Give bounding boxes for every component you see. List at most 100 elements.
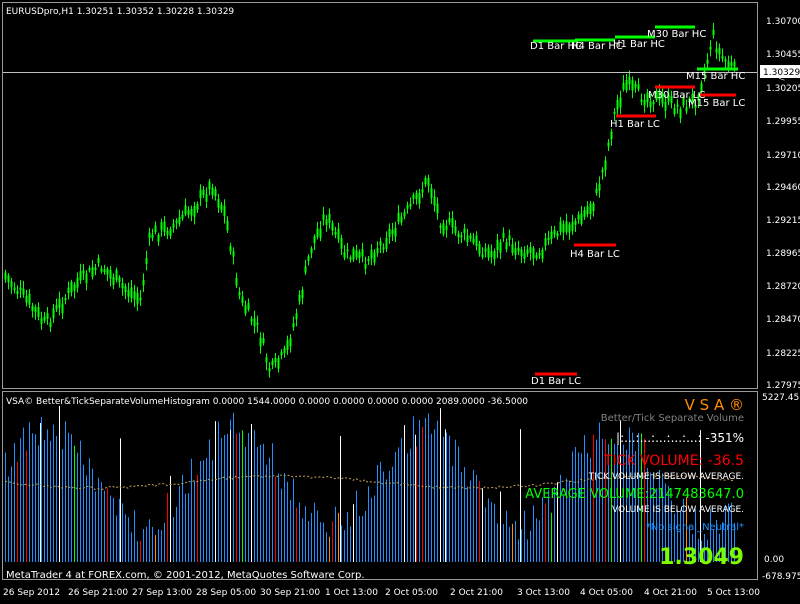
- candle-body: [451, 217, 454, 228]
- candle-body: [340, 238, 343, 249]
- time-tick: 3 Oct 13:00: [517, 588, 570, 598]
- candle-body: [511, 244, 514, 253]
- candle-body: [88, 267, 91, 271]
- candle-body: [100, 268, 103, 272]
- candle-body: [121, 282, 124, 289]
- candle-body: [571, 222, 574, 231]
- level-label-m15-lc: M15 Bar LC: [688, 98, 745, 109]
- candle-body: [37, 307, 40, 317]
- candle-body: [706, 59, 709, 64]
- chart-title: EURUSDpro,H1 1.30251 1.30352 1.30228 1.3…: [6, 7, 234, 17]
- candle-body: [70, 281, 73, 293]
- time-tick: 30 Sep 21:00: [260, 588, 320, 598]
- candle-body: [502, 232, 505, 238]
- candle-body: [529, 246, 532, 253]
- candle-body: [550, 231, 553, 239]
- time-tick: 26 Sep 2012: [3, 588, 60, 598]
- candle-body: [523, 253, 526, 259]
- candle-body: [199, 189, 202, 199]
- candle-body: [364, 263, 367, 269]
- candle-body: [268, 368, 271, 372]
- candle-body: [709, 46, 712, 50]
- candle-body: [172, 223, 175, 228]
- candle-body: [301, 289, 304, 299]
- candle-body: [163, 221, 166, 232]
- time-tick: 26 Sep 21:00: [68, 588, 128, 598]
- candle-body: [175, 220, 178, 223]
- tick-volume-note: TICK VOLUME IS BELOW AVERAGE.: [588, 472, 744, 482]
- level-label-h4-lc: H4 Bar LC: [570, 249, 620, 260]
- candle-body: [394, 227, 397, 237]
- candle-body: [733, 61, 736, 67]
- candle-body: [508, 235, 511, 240]
- candle-body: [94, 267, 97, 271]
- candle-body: [469, 235, 472, 239]
- candle-body: [211, 187, 214, 196]
- candle-body: [52, 308, 55, 319]
- candle-body: [415, 192, 418, 200]
- candle-body: [526, 249, 529, 254]
- candle-body: [616, 100, 619, 110]
- candle-body: [337, 228, 340, 240]
- candle-body: [400, 216, 403, 223]
- candle-body: [190, 209, 193, 216]
- candle-body: [463, 228, 466, 234]
- candle-body: [127, 290, 130, 297]
- candle-body: [544, 238, 547, 246]
- candle-body: [517, 247, 520, 252]
- price-tick: 1.29710: [766, 151, 800, 161]
- candle-body: [40, 318, 43, 324]
- candle-body: [25, 295, 28, 303]
- candle-body: [292, 323, 295, 328]
- candle-body: [430, 188, 433, 198]
- candle-body: [223, 205, 226, 217]
- candle-body: [82, 270, 85, 274]
- candle-body: [409, 203, 412, 207]
- candle-body: [358, 251, 361, 259]
- candle-body: [259, 337, 262, 347]
- candle-body: [712, 29, 715, 36]
- trading-chart[interactable]: < 1.30700 1.30455 1.30329 1.30205 1.2995…: [0, 0, 800, 600]
- candle-body: [115, 270, 118, 281]
- candle-body: [16, 290, 19, 295]
- candle-body: [355, 250, 358, 258]
- candle-body: [61, 303, 64, 314]
- candle-body: [391, 229, 394, 235]
- candle-body: [325, 219, 328, 226]
- candle-body: [373, 252, 376, 263]
- candle-body: [322, 214, 325, 220]
- candle-body: [562, 223, 565, 233]
- candle-body: [427, 177, 430, 186]
- candle-body: [718, 47, 721, 55]
- candle-body: [139, 297, 142, 301]
- candle-body: [346, 249, 349, 252]
- current-price-label: 1.30329: [763, 68, 800, 78]
- volume-note: VOLUME IS BELOW AVERAGE.: [612, 505, 744, 515]
- price-tick: 1.30455: [766, 50, 800, 60]
- candle-body: [4, 272, 7, 280]
- candle-body: [481, 254, 484, 257]
- time-tick: 2 Oct 05:00: [385, 588, 438, 598]
- candle-body: [316, 228, 319, 237]
- candle-body: [313, 236, 316, 244]
- candle-body: [256, 322, 259, 325]
- candle-body: [274, 357, 277, 363]
- candle-body: [241, 296, 244, 304]
- candle-body: [22, 288, 25, 295]
- time-tick: 2 Oct 21:00: [450, 588, 503, 598]
- candle-body: [412, 195, 415, 199]
- candle-body: [556, 233, 559, 237]
- candle-body: [577, 214, 580, 220]
- candle-body: [457, 233, 460, 237]
- candle-body: [436, 203, 439, 214]
- candle-body: [604, 160, 607, 170]
- time-tick: 4 Oct 21:00: [644, 588, 697, 598]
- candle-body: [247, 303, 250, 310]
- candle-body: [67, 287, 70, 294]
- candle-body: [319, 228, 322, 238]
- signal-text: *No signal_Neutral*: [646, 522, 744, 533]
- candle-body: [478, 244, 481, 254]
- candle-body: [145, 258, 148, 265]
- candle-body: [262, 338, 265, 344]
- candle-body: [28, 293, 31, 305]
